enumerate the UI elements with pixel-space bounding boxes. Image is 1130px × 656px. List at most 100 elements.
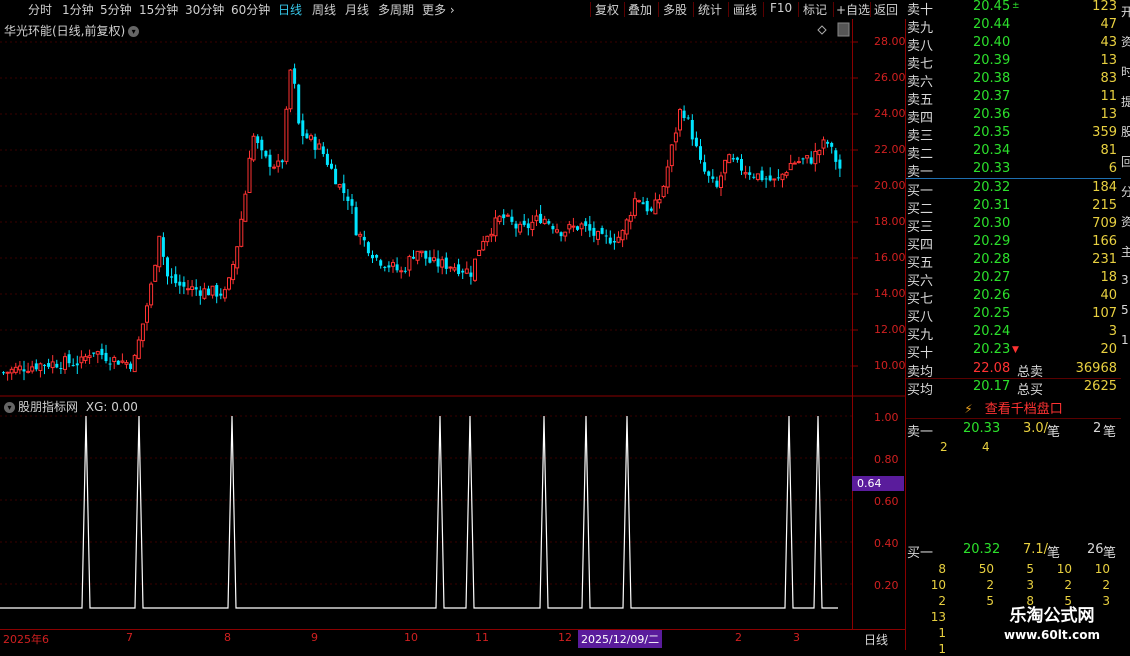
bid-volume: 40 [1100, 288, 1117, 303]
tab-30min[interactable]: 30分钟 [185, 1, 224, 18]
candle-body [628, 215, 633, 222]
f10-button[interactable]: F10 [770, 1, 792, 15]
ask-row[interactable]: 卖一 20.33 6 [907, 161, 1119, 180]
candle-body [645, 201, 649, 212]
multi-stock-button[interactable]: 多股 [663, 1, 687, 18]
bid-row[interactable]: 买四 20.29 166 [907, 234, 1119, 253]
panel-toggle-icon[interactable] [837, 22, 850, 37]
bid-level-label: 买七 [907, 292, 934, 307]
candle-body [395, 264, 399, 271]
watermark-title: 乐淘公式网 [1009, 606, 1095, 626]
queue-buy-unit2: 笔 [1103, 546, 1117, 561]
tab-15min[interactable]: 15分钟 [139, 1, 178, 18]
bid-row[interactable]: 买八 20.25 107 [907, 306, 1119, 325]
candle-body [100, 348, 104, 356]
tab-intraday[interactable]: 分时 [28, 1, 52, 18]
candle-body [555, 229, 559, 233]
chevron-right-icon: › [446, 3, 455, 17]
queue-sell-count: 2 [1093, 421, 1102, 436]
indicator-tick: 0.40 [874, 537, 899, 550]
candle-body [297, 84, 301, 124]
ask-price: 20.45 [973, 0, 1011, 14]
tab-monthly[interactable]: 月线 [345, 1, 369, 18]
candle-body [518, 223, 523, 233]
candle-body [432, 257, 436, 262]
add-watchlist-button[interactable]: +自选 [836, 1, 870, 18]
bid-price: 20.27 [973, 270, 1011, 285]
bid-price: 20.31 [973, 198, 1011, 213]
draw-button[interactable]: 画线 [733, 1, 757, 18]
ask-price: 20.44 [973, 17, 1011, 32]
bid-row[interactable]: 买六 20.27 18 [907, 270, 1119, 289]
divider [590, 2, 591, 17]
candle-body [75, 363, 79, 366]
tab-60min[interactable]: 60分钟 [231, 1, 270, 18]
ask-row[interactable]: 卖九 20.44 47 [907, 17, 1119, 36]
queue-buy-order: 2 [938, 594, 946, 608]
edge-char: 5 [1121, 303, 1129, 317]
ask-row[interactable]: 卖二 20.34 81 [907, 143, 1119, 162]
queue-buy-price: 20.32 [963, 542, 1001, 557]
stock-title: 华光环能(日线,前复权) [4, 24, 126, 38]
bid-row[interactable]: 买九 20.24 3 [907, 324, 1119, 343]
bid-row[interactable]: 买五 20.28 231 [907, 252, 1119, 271]
tab-1min[interactable]: 1分钟 [62, 1, 94, 18]
candle-body [551, 226, 555, 230]
back-button[interactable]: 返回 [874, 1, 898, 18]
candle-body [805, 155, 810, 159]
ask-row[interactable]: 卖五 20.37 11 [907, 89, 1119, 108]
bid-row[interactable]: 买一 20.32 184 [907, 180, 1119, 199]
ask-row[interactable]: 卖八 20.40 43 [907, 35, 1119, 54]
candle-body [215, 285, 219, 297]
tab-weekly[interactable]: 周线 [312, 1, 336, 18]
ask-row[interactable]: 卖七 20.39 13 [907, 53, 1119, 72]
queue-buy-unit: 笔 [1047, 546, 1061, 561]
candle-body [428, 257, 432, 263]
candle-body [665, 166, 670, 188]
divider [728, 2, 729, 17]
candle-body [740, 159, 743, 171]
candle-body [838, 159, 842, 169]
candle-body [510, 216, 514, 222]
tab-5min[interactable]: 5分钟 [100, 1, 132, 18]
bid-price: 20.23 [973, 342, 1011, 357]
candle-body [145, 305, 149, 323]
stats-button[interactable]: 统计 [698, 1, 722, 18]
candle-body [830, 142, 834, 147]
ask-row[interactable]: 卖六 20.38 83 [907, 71, 1119, 90]
bid-row[interactable]: 买二 20.31 215 [907, 198, 1119, 217]
tab-daily[interactable]: 日线 [278, 1, 302, 18]
candle-body [464, 268, 469, 274]
candle-body [2, 372, 5, 374]
ask-row[interactable]: 卖三 20.35 359 [907, 125, 1119, 144]
overlay-button[interactable]: 叠加 [628, 1, 652, 18]
candle-body [346, 196, 350, 201]
date-tick: 3 [793, 631, 800, 644]
candle-body [305, 133, 309, 139]
tab-more[interactable]: 更多 › [422, 1, 455, 18]
candle-body [9, 368, 14, 374]
bid-row[interactable]: 买七 20.26 40 [907, 288, 1119, 307]
candle-body [452, 267, 457, 271]
chevron-down-icon[interactable]: ▾ [4, 402, 15, 413]
divider [833, 2, 834, 17]
candle-body [129, 363, 133, 369]
chart-area[interactable] [0, 19, 906, 650]
candle-body [711, 176, 715, 179]
candle-body [136, 339, 141, 359]
mark-button[interactable]: 标记 [803, 1, 827, 18]
candle-body [796, 161, 801, 164]
divider [658, 2, 659, 17]
tab-multi-period[interactable]: 多周期 [378, 1, 414, 18]
chevron-down-icon[interactable]: ▾ [128, 26, 140, 37]
adjust-button[interactable]: 复权 [595, 1, 619, 18]
depth-link[interactable]: 查看千档盘口 [985, 402, 1063, 417]
queue-buy-order: 50 [978, 562, 994, 576]
period-indicator-button[interactable]: 日线 [864, 631, 888, 648]
diamond-icon[interactable] [817, 25, 827, 35]
ask-row[interactable]: 卖四 20.36 13 [907, 107, 1119, 126]
candle-body [313, 136, 317, 150]
bid-row[interactable]: 买三 20.30 709 [907, 216, 1119, 235]
candle-body [731, 158, 735, 160]
candle-body [153, 264, 158, 282]
